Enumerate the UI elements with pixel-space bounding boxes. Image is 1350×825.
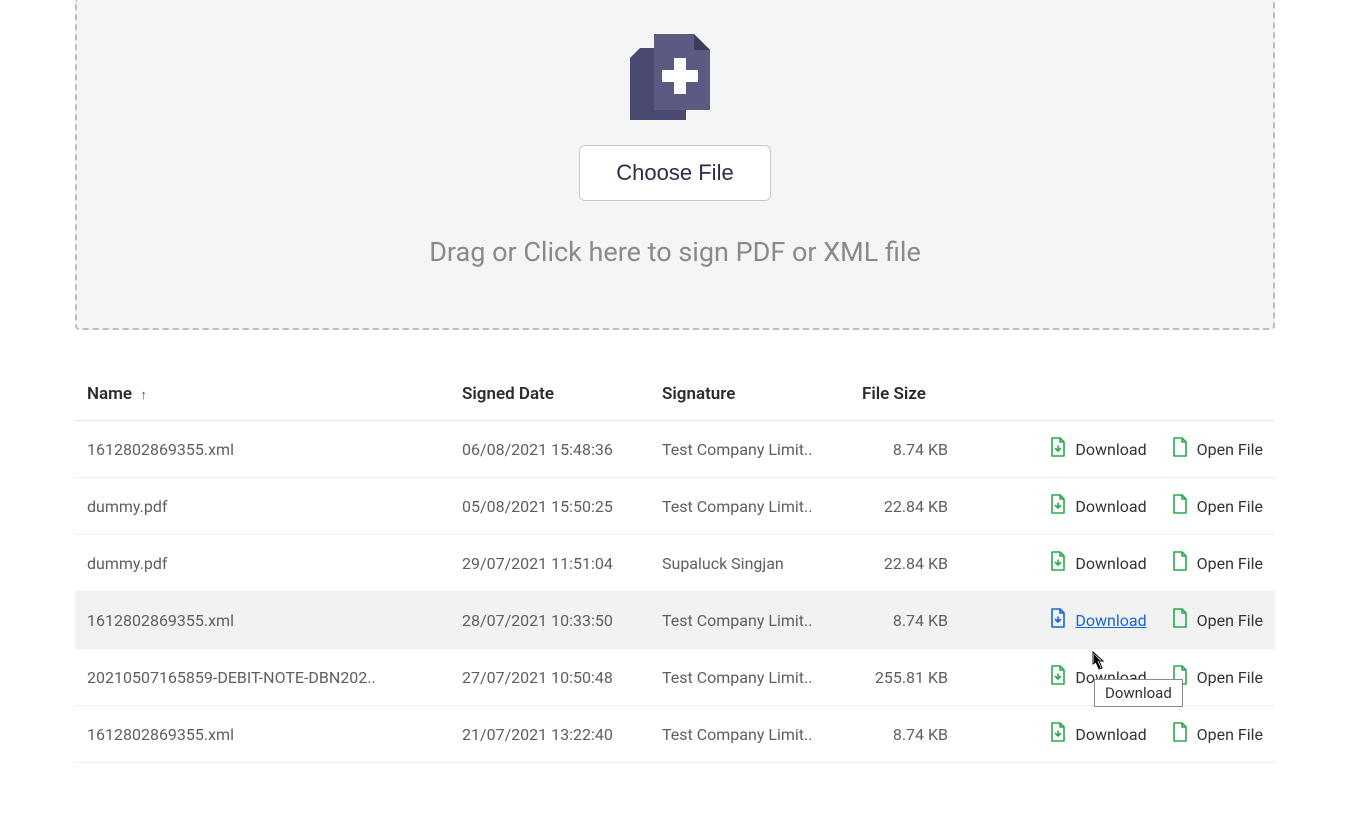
cell-file-name: dummy.pdf	[75, 535, 450, 592]
cell-actions: Download Open File	[960, 421, 1275, 478]
table-row: dummy.pdf29/07/2021 11:51:04Supaluck Sin…	[75, 535, 1275, 592]
cell-signature: Test Company Limit..	[650, 649, 850, 706]
cell-file-name: 20210507165859-DEBIT-NOTE-DBN202..	[75, 649, 450, 706]
table-row: 20210507165859-DEBIT-NOTE-DBN202..27/07/…	[75, 649, 1275, 706]
file-open-icon	[1171, 665, 1189, 689]
cell-signed-date: 05/08/2021 15:50:25	[450, 478, 650, 535]
download-link[interactable]: Download	[1049, 608, 1146, 632]
column-header-signed-date[interactable]: Signed Date	[450, 370, 650, 421]
file-download-icon	[1049, 722, 1067, 746]
cell-file-name: 1612802869355.xml	[75, 421, 450, 478]
file-open-icon	[1171, 494, 1189, 518]
open-file-label: Open File	[1197, 668, 1263, 687]
open-file-link[interactable]: Open File	[1171, 551, 1263, 575]
file-open-icon	[1171, 608, 1189, 632]
download-label: Download	[1075, 440, 1146, 459]
download-link[interactable]: Download	[1049, 722, 1146, 746]
cell-signed-date: 27/07/2021 10:50:48	[450, 649, 650, 706]
download-link[interactable]: Download	[1049, 494, 1146, 518]
files-table: Name ↑ Signed Date Signature File Size 1…	[75, 370, 1275, 763]
file-open-icon	[1171, 722, 1189, 746]
open-file-label: Open File	[1197, 611, 1263, 630]
cell-file-size: 255.81 KB	[850, 649, 960, 706]
column-header-file-size[interactable]: File Size	[850, 370, 960, 421]
download-link[interactable]: Download	[1049, 665, 1146, 689]
cell-file-name: dummy.pdf	[75, 478, 450, 535]
table-row: 1612802869355.xml28/07/2021 10:33:50Test…	[75, 592, 1275, 649]
cell-actions: Download Open File	[960, 706, 1275, 763]
cell-file-size: 8.74 KB	[850, 592, 960, 649]
cell-actions: Download Open File	[960, 592, 1275, 649]
cell-actions: Download Open File	[960, 649, 1275, 706]
open-file-label: Open File	[1197, 725, 1263, 744]
cell-signed-date: 29/07/2021 11:51:04	[450, 535, 650, 592]
cell-file-name: 1612802869355.xml	[75, 706, 450, 763]
upload-file-icon	[97, 30, 1253, 130]
open-file-link[interactable]: Open File	[1171, 608, 1263, 632]
file-open-icon	[1171, 551, 1189, 575]
cell-file-size: 8.74 KB	[850, 706, 960, 763]
choose-file-button[interactable]: Choose File	[579, 145, 770, 201]
cell-actions: Download Open File	[960, 478, 1275, 535]
file-download-icon	[1049, 665, 1067, 689]
cell-signed-date: 06/08/2021 15:48:36	[450, 421, 650, 478]
download-label: Download	[1075, 611, 1146, 630]
download-link[interactable]: Download	[1049, 551, 1146, 575]
column-header-signature[interactable]: Signature	[650, 370, 850, 421]
download-label: Download	[1075, 725, 1146, 744]
cell-signature: Test Company Limit..	[650, 478, 850, 535]
cell-actions: Download Open File	[960, 535, 1275, 592]
download-link[interactable]: Download	[1049, 437, 1146, 461]
column-header-actions	[960, 370, 1275, 421]
open-file-label: Open File	[1197, 440, 1263, 459]
table-row: dummy.pdf05/08/2021 15:50:25Test Company…	[75, 478, 1275, 535]
cell-file-name: 1612802869355.xml	[75, 592, 450, 649]
sort-ascending-icon: ↑	[140, 387, 147, 403]
table-row: 1612802869355.xml06/08/2021 15:48:36Test…	[75, 421, 1275, 478]
column-header-name-label: Name	[87, 384, 132, 404]
cell-file-size: 22.84 KB	[850, 478, 960, 535]
cell-signed-date: 21/07/2021 13:22:40	[450, 706, 650, 763]
cell-file-size: 8.74 KB	[850, 421, 960, 478]
column-header-name[interactable]: Name ↑	[75, 370, 450, 421]
open-file-link[interactable]: Open File	[1171, 437, 1263, 461]
open-file-label: Open File	[1197, 554, 1263, 573]
download-label: Download	[1075, 497, 1146, 516]
open-file-link[interactable]: Open File	[1171, 494, 1263, 518]
file-dropzone[interactable]: Choose File Drag or Click here to sign P…	[75, 0, 1275, 330]
file-download-icon	[1049, 551, 1067, 575]
open-file-link[interactable]: Open File	[1171, 665, 1263, 689]
download-label: Download	[1075, 554, 1146, 573]
file-download-icon	[1049, 437, 1067, 461]
cell-file-size: 22.84 KB	[850, 535, 960, 592]
open-file-label: Open File	[1197, 497, 1263, 516]
cell-signature: Test Company Limit..	[650, 592, 850, 649]
dropzone-instruction-text: Drag or Click here to sign PDF or XML fi…	[97, 236, 1253, 268]
cell-signature: Test Company Limit..	[650, 706, 850, 763]
file-open-icon	[1171, 437, 1189, 461]
table-row: 1612802869355.xml21/07/2021 13:22:40Test…	[75, 706, 1275, 763]
file-download-icon	[1049, 494, 1067, 518]
cell-signature: Supaluck Singjan	[650, 535, 850, 592]
cell-signature: Test Company Limit..	[650, 421, 850, 478]
file-download-icon	[1049, 608, 1067, 632]
table-header-row: Name ↑ Signed Date Signature File Size	[75, 370, 1275, 421]
download-label: Download	[1075, 668, 1146, 687]
cell-signed-date: 28/07/2021 10:33:50	[450, 592, 650, 649]
open-file-link[interactable]: Open File	[1171, 722, 1263, 746]
